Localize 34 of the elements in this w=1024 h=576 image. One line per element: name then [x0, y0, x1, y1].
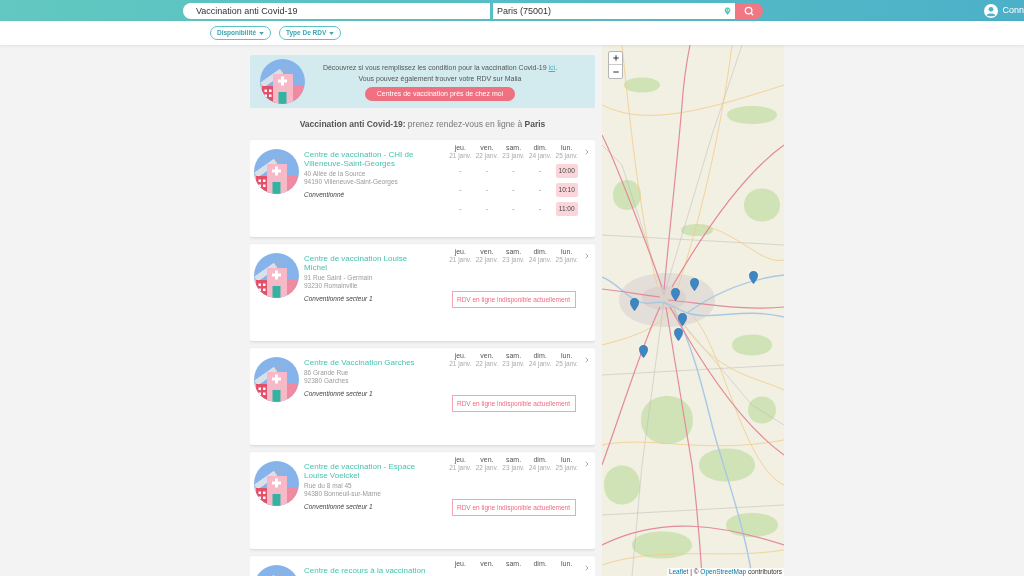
hospital-icon [254, 357, 299, 402]
search-icon [744, 5, 754, 16]
map-marker-icon[interactable] [690, 278, 699, 291]
chevron-right-icon [583, 564, 591, 572]
map-marker-icon[interactable] [630, 298, 639, 311]
caret-icon [329, 31, 335, 35]
location-pin-icon [723, 5, 732, 16]
hospital-icon [254, 149, 299, 194]
center-name-link[interactable]: Centre de Vaccination Garches [304, 358, 429, 367]
search-button[interactable] [735, 2, 763, 19]
hospital-icon [254, 461, 299, 506]
map-marker-icon[interactable] [639, 345, 648, 358]
hospital-icon [260, 59, 305, 104]
results-heading: Vaccination anti Covid-19: prenez rendez-vous en ligne à Paris [299, 117, 546, 131]
zoom-in-button[interactable] [609, 52, 622, 65]
chevron-right-icon [583, 148, 591, 156]
map-marker-icon[interactable] [674, 328, 683, 341]
hospital-icon [254, 253, 299, 298]
search-field[interactable]: Vaccination anti Covid-19 [183, 2, 490, 19]
login-button[interactable]: Conn [984, 3, 1024, 18]
center-name-link[interactable]: Centre de vaccination - CHI de Villeneuve-Saint-Georges [304, 150, 429, 168]
chevron-right-icon [583, 252, 591, 260]
account-icon [984, 3, 999, 18]
map-marker-icon[interactable] [671, 288, 680, 301]
caret-icon [259, 31, 264, 35]
chevron-right-icon [583, 356, 591, 364]
zoom-in-icon [611, 54, 620, 62]
center-name-link[interactable]: Centre de vaccination - Espace Louise Voelckel [304, 462, 429, 480]
center-name-link[interactable]: Centre de vaccination Louise Michel [304, 254, 429, 272]
map-marker-icon[interactable] [678, 313, 687, 326]
map-marker-icon[interactable] [749, 271, 758, 284]
chevron-right-icon [583, 460, 591, 468]
location-field[interactable]: Paris (75001) [493, 2, 735, 19]
center-name-link[interactable]: Centre de recours à la vaccination [304, 566, 429, 575]
